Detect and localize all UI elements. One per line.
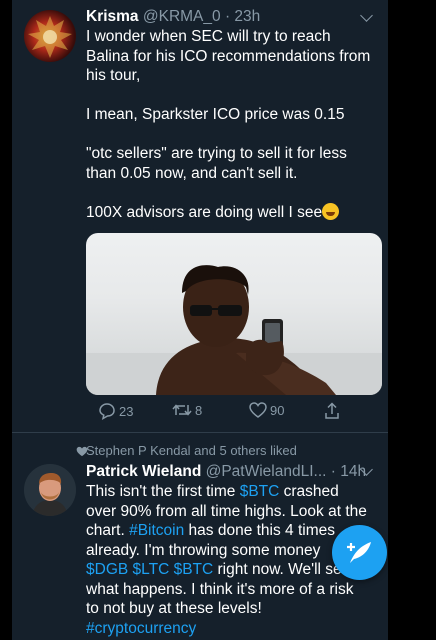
- previous-tweet-sliver: [12, 0, 388, 8]
- cashtag-link[interactable]: $DGB $LTC $BTC: [86, 561, 213, 578]
- compose-icon: [347, 542, 371, 563]
- like-button[interactable]: 90: [249, 402, 284, 418]
- tweet-photo[interactable]: [86, 233, 382, 395]
- avatar[interactable]: [24, 10, 76, 62]
- tweet-line: than 0.05 now, and can't sell it.: [86, 164, 298, 182]
- user-handle[interactable]: @KRMA_0: [143, 8, 221, 25]
- avatar[interactable]: [24, 464, 76, 516]
- tweet-text: I wonder when SEC will try to reach Bali…: [86, 27, 382, 222]
- tweet-line: 100X advisors are doing well I see: [86, 203, 323, 221]
- reply-count: 23: [119, 403, 134, 419]
- user-handle[interactable]: @PatWielandLI...: [206, 463, 327, 480]
- social-context[interactable]: Stephen P Kendal and 5 others liked: [86, 443, 297, 458]
- share-button[interactable]: [324, 402, 340, 420]
- chevron-down-icon[interactable]: [360, 9, 373, 22]
- tweet-line: his tour,: [86, 67, 141, 84]
- avatar-photo-icon: [24, 464, 76, 516]
- heart-icon: [249, 402, 267, 418]
- tweet-text-span: This isn't the first time: [86, 483, 240, 500]
- tweet-line: over 90% from all time highs. Look at th…: [86, 502, 367, 520]
- tweet-actions: 23 8 90: [86, 402, 376, 424]
- avatar-art-icon: [28, 16, 72, 58]
- compose-button[interactable]: [332, 525, 387, 580]
- like-count: 90: [270, 402, 285, 418]
- tweet-line: "otc sellers" are trying to sell it for …: [86, 145, 347, 162]
- tweet-header: Patrick Wieland @PatWielandLI... · 14h: [86, 463, 366, 481]
- tweet-line: I wonder when SEC will try to reach: [86, 28, 331, 45]
- tweet-text-span: right now. We'll see: [213, 561, 351, 578]
- tweet-text-span: has done this 4 times: [184, 522, 336, 539]
- tweet-line: what happens. I think it's more of a ris…: [86, 580, 354, 598]
- display-name[interactable]: Krisma: [86, 8, 139, 25]
- rofl-emoji-icon: [322, 202, 340, 220]
- reply-button[interactable]: 23: [98, 402, 133, 420]
- tweet-line: Balina for his ICO recommendations from: [86, 47, 371, 65]
- tweet-line: to not buy at these levels!: [86, 600, 262, 617]
- reply-icon: [99, 403, 115, 420]
- tweet-line: I mean, Sparkster ICO price was 0.15: [86, 106, 345, 123]
- tweet-text-span: crashed: [279, 483, 339, 500]
- retweet-count: 8: [195, 402, 203, 418]
- hashtag-link[interactable]: #Bitcoin: [129, 522, 184, 539]
- display-name[interactable]: Patrick Wieland: [86, 463, 201, 480]
- timeline: Krisma @KRMA_0 · 23h I wonder when SEC w…: [12, 0, 388, 640]
- tweet-header: Krisma @KRMA_0 · 23h: [86, 8, 260, 26]
- tweet-text-span: chart.: [86, 522, 130, 539]
- hashtag-link[interactable]: #cryptocurrency: [86, 620, 196, 637]
- cashtag-link[interactable]: $BTC: [240, 483, 280, 500]
- right-gutter: [388, 0, 436, 640]
- timestamp[interactable]: · 14h: [331, 463, 366, 480]
- tweet-divider: [12, 432, 388, 433]
- retweet-icon: [172, 404, 192, 416]
- photo-person-icon: [86, 265, 382, 395]
- share-icon: [325, 402, 339, 419]
- timestamp[interactable]: · 23h: [225, 8, 260, 25]
- retweet-button[interactable]: 8: [172, 402, 202, 418]
